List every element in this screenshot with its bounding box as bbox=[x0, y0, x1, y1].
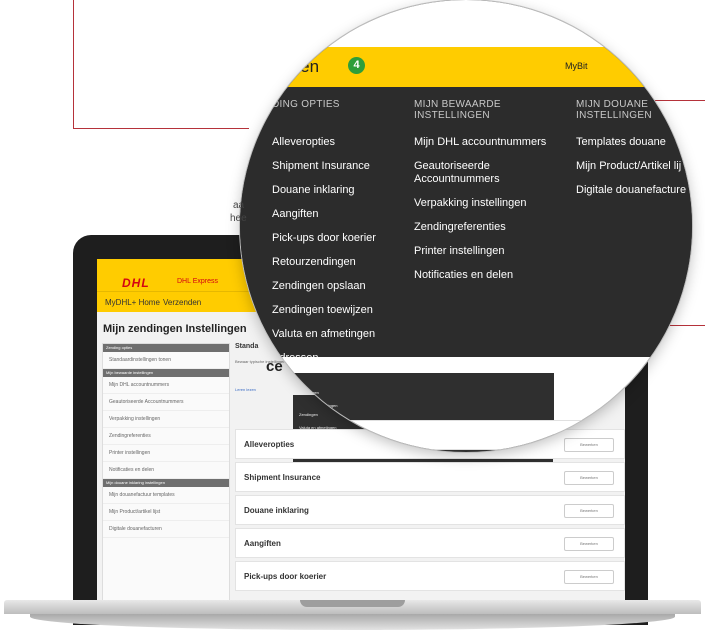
menu-item[interactable]: Templates douane bbox=[576, 136, 692, 149]
sidebar-item[interactable]: Mijn DHL accountnummers bbox=[103, 377, 229, 394]
sidebar-item[interactable]: Printer instellingen bbox=[103, 445, 229, 462]
menu-column-header: MIJN BEWAARDE INSTELLINGEN bbox=[414, 99, 501, 121]
text-fragment: hee bbox=[230, 213, 247, 224]
setting-row-label: Douane inklaring bbox=[244, 506, 309, 515]
zoom-popup-item[interactable]: Valuta en afmetingen bbox=[292, 399, 554, 412]
sidebar-item[interactable]: Notificaties en delen bbox=[103, 462, 229, 479]
menu-item[interactable]: Printer instellingen bbox=[414, 245, 564, 258]
menu-item[interactable]: Mijn Product/Artikel lij bbox=[576, 160, 692, 173]
edit-button[interactable]: Bewerken bbox=[564, 537, 614, 551]
edit-button[interactable]: Bewerken bbox=[564, 471, 614, 485]
sidebar-group: Mijn bewaarde instellingen bbox=[103, 369, 229, 377]
sidebar-group: Zending opties bbox=[103, 344, 229, 352]
menu-column-zending-opties: DING OPTIES Alleveropties Shipment Insuran… bbox=[272, 87, 402, 376]
menu-item[interactable]: Zendingen toewijzen bbox=[272, 304, 402, 317]
edit-button[interactable]: Bewerken bbox=[564, 504, 614, 518]
laptop-base bbox=[0, 600, 705, 643]
nav-verzenden[interactable]: Verzenden bbox=[163, 298, 201, 307]
menu-item[interactable]: Verpakking instellingen bbox=[414, 197, 564, 210]
setting-row: Pick-ups door koerier Bewerken bbox=[235, 561, 625, 591]
menu-column-bewaarde-instellingen: MIJN BEWAARDE INSTELLINGEN Mijn DHL accou… bbox=[414, 87, 564, 293]
menu-item[interactable]: Valuta en afmetingen bbox=[272, 328, 402, 341]
menu-column-douane-instellingen: MIJN DOUANE INSTELLINGEN Templates douane… bbox=[576, 87, 692, 208]
notification-badge: 4 bbox=[348, 57, 365, 74]
setting-row-label: Shipment Insurance bbox=[244, 473, 321, 482]
menu-item[interactable]: Mijn DHL accountnummers bbox=[414, 136, 564, 149]
menu-column-header: MIJN DOUANE INSTELLINGEN bbox=[576, 99, 652, 121]
zoom-setting-row-label: Alleveropties bbox=[243, 430, 300, 440]
menu-item[interactable]: Geautoriseerde Accountnummers bbox=[414, 160, 564, 186]
menu-item[interactable]: Shipment Insurance bbox=[272, 160, 402, 173]
menu-item[interactable]: Digitale douanefacture bbox=[576, 184, 692, 197]
edit-button[interactable]: Bewerken bbox=[564, 570, 614, 584]
dhl-express-label: DHL Express bbox=[177, 278, 218, 285]
sidebar-item[interactable]: Standaardinstellingen tonen bbox=[103, 352, 229, 369]
menu-item[interactable]: Alleveropties bbox=[272, 136, 402, 149]
mega-menu: DING OPTIES Alleveropties Shipment Insuran… bbox=[240, 87, 692, 364]
base-notch bbox=[300, 600, 405, 607]
mybit-link[interactable]: MyBit bbox=[565, 61, 588, 71]
sidebar-item[interactable]: Verpakking instellingen bbox=[103, 411, 229, 428]
sidebar-item[interactable]: Digitale douanefacturen bbox=[103, 521, 229, 538]
setting-row: Shipment Insurance Bewerken bbox=[235, 462, 625, 492]
menu-item[interactable]: Pick-ups door koerier bbox=[272, 232, 402, 245]
nav-home[interactable]: MyDHL+ Home bbox=[105, 298, 160, 307]
menu-item[interactable]: Notificaties en delen bbox=[414, 269, 564, 282]
sidebar-group: Mijn douane inklaring instellingen bbox=[103, 479, 229, 487]
sidebar-item[interactable]: Mijn douanefactuur templates bbox=[103, 487, 229, 504]
zoom-yellow-bar: eren 4 MyBit bbox=[240, 47, 692, 87]
menu-item[interactable]: Retourzendingen bbox=[272, 256, 402, 269]
setting-row: Aangiften Bewerken bbox=[235, 528, 625, 558]
zoom-setting-row: Alleveropties bbox=[240, 420, 612, 450]
page-title: Mijn zendingen Instellingen bbox=[103, 323, 247, 335]
setting-row-label: Pick-ups door koerier bbox=[244, 572, 327, 581]
zoom-bar-title[interactable]: eren bbox=[285, 57, 319, 77]
menu-item[interactable]: Zendingen opslaan bbox=[272, 280, 402, 293]
zoom-top-white bbox=[240, 0, 692, 47]
magnifier-circle: eren 4 MyBit DING OPTIES Alleveropties Shi… bbox=[240, 0, 692, 452]
sidebar-item[interactable]: Mijn Product/artikel lijst bbox=[103, 504, 229, 521]
menu-item[interactable]: Aangiften bbox=[272, 208, 402, 221]
menu-column-header: DING OPTIES bbox=[272, 99, 340, 110]
setting-row: Douane inklaring Bewerken bbox=[235, 495, 625, 525]
dhl-logo: DHL bbox=[122, 276, 150, 290]
zoom-learn-link[interactable]: Leren lezen bbox=[245, 391, 266, 396]
setting-row-label: Aangiften bbox=[244, 539, 281, 548]
menu-item[interactable]: Douane inklaring bbox=[272, 184, 402, 197]
settings-sidebar: Zending opties Standaardinstellingen tone… bbox=[102, 343, 230, 603]
menu-item[interactable]: Zendingreferenties bbox=[414, 221, 564, 234]
callout-line-left bbox=[73, 0, 249, 129]
text-fragment: aa bbox=[233, 200, 245, 211]
base-bottom bbox=[30, 614, 675, 630]
zoom-popup-item[interactable]: Zendingen bbox=[292, 386, 554, 399]
sidebar-item[interactable]: Zendingreferenties bbox=[103, 428, 229, 445]
sidebar-item[interactable]: Geautoriseerde Accountnummers bbox=[103, 394, 229, 411]
zoom-heading-fragment: ce bbox=[262, 360, 278, 376]
